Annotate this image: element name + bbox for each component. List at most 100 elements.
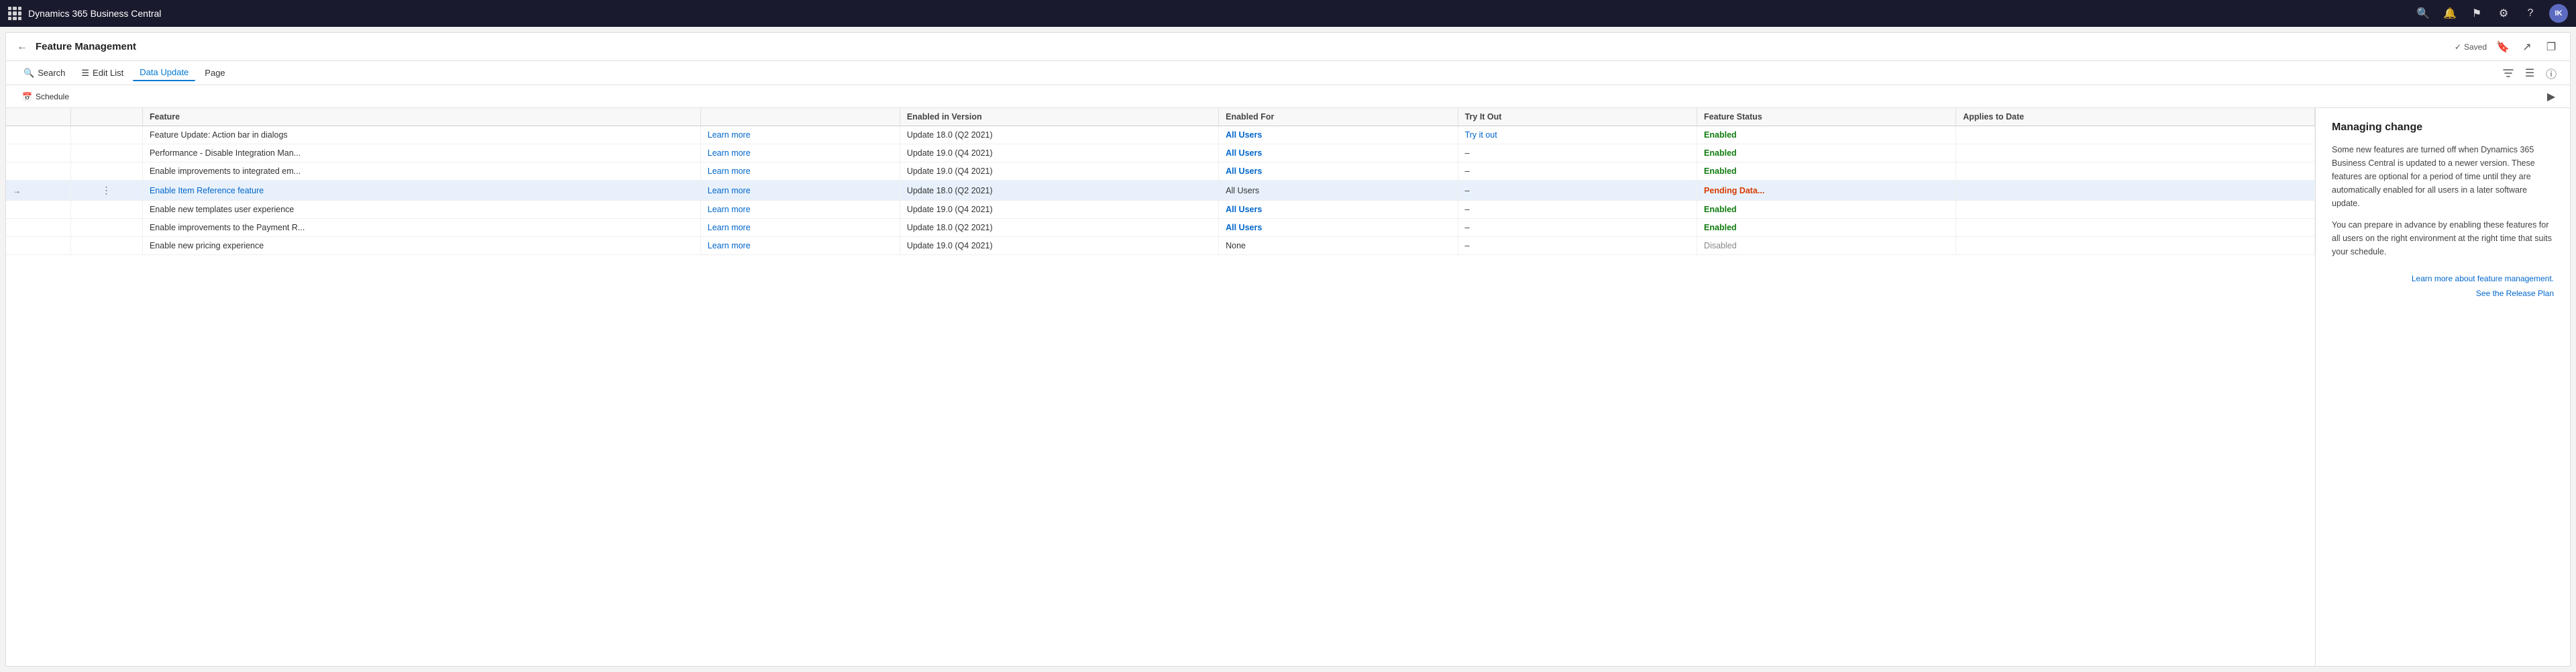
table-row[interactable]: Enable new pricing experienceLearn moreU… bbox=[6, 237, 2315, 255]
row-feature-name: Feature Update: Action bar in dialogs bbox=[142, 126, 700, 144]
schedule-icon: 📅 bbox=[22, 92, 32, 101]
expand-icon[interactable]: ❐ bbox=[2543, 39, 2559, 55]
row-menu-btn bbox=[71, 126, 143, 144]
help-icon[interactable]: ? bbox=[2522, 5, 2538, 21]
row-feature-name: Enable new templates user experience bbox=[142, 201, 700, 219]
col-date-header[interactable]: Applies to Date bbox=[1956, 108, 2315, 126]
row-date bbox=[1956, 237, 2315, 255]
row-date bbox=[1956, 201, 2315, 219]
row-status: Enabled bbox=[1697, 162, 1956, 181]
row-try-out: – bbox=[1458, 181, 1697, 201]
row-arrow-indicator bbox=[6, 219, 71, 237]
share-icon[interactable]: ↗ bbox=[2519, 39, 2535, 55]
col-menu bbox=[71, 108, 143, 126]
row-enabled-for: All Users bbox=[1219, 126, 1458, 144]
row-learn-more[interactable]: Learn more bbox=[700, 181, 900, 201]
row-version: Update 19.0 (Q4 2021) bbox=[900, 237, 1218, 255]
saved-label: Saved bbox=[2464, 42, 2487, 52]
table-row[interactable]: Enable improvements to the Payment R...L… bbox=[6, 219, 2315, 237]
edit-list-button[interactable]: ☰ Edit List bbox=[74, 65, 130, 81]
search-button[interactable]: 🔍 Search bbox=[17, 65, 72, 81]
learn-more-link[interactable]: Learn more bbox=[708, 223, 751, 232]
list-view-icon[interactable]: ☰ bbox=[2522, 65, 2538, 81]
row-try-out: – bbox=[1458, 237, 1697, 255]
notification-icon[interactable]: 🔔 bbox=[2442, 5, 2458, 21]
filter-icon[interactable] bbox=[2500, 65, 2516, 81]
user-avatar[interactable]: IK bbox=[2549, 4, 2568, 23]
panel-toggle-icon[interactable]: ▶ bbox=[2543, 89, 2559, 105]
row-version: Update 19.0 (Q4 2021) bbox=[900, 162, 1218, 181]
row-menu-btn bbox=[71, 219, 143, 237]
edit-list-icon: ☰ bbox=[81, 68, 89, 79]
feature-name-link[interactable]: Enable Item Reference feature bbox=[150, 186, 264, 195]
saved-indicator: ✓ Saved bbox=[2455, 42, 2487, 52]
row-menu-btn bbox=[71, 237, 143, 255]
row-date bbox=[1956, 162, 2315, 181]
table-section: Feature Enabled in Version Enabled For T… bbox=[6, 108, 2315, 666]
row-enabled-for: All Users bbox=[1219, 162, 1458, 181]
row-arrow-indicator: → bbox=[6, 181, 71, 201]
row-enabled-for: All Users bbox=[1219, 181, 1458, 201]
feature-table: Feature Enabled in Version Enabled For T… bbox=[6, 108, 2315, 255]
row-version: Update 18.0 (Q2 2021) bbox=[900, 126, 1218, 144]
row-learn-more[interactable]: Learn more bbox=[700, 144, 900, 162]
schedule-button[interactable]: 📅 Schedule bbox=[17, 90, 74, 103]
bookmark-icon[interactable]: 🔖 bbox=[2495, 39, 2511, 55]
row-learn-more[interactable]: Learn more bbox=[700, 237, 900, 255]
col-feature-header[interactable]: Feature bbox=[142, 108, 700, 126]
data-update-label: Data Update bbox=[140, 67, 189, 77]
learn-more-link[interactable]: Learn more bbox=[708, 241, 751, 250]
info-icon[interactable]: ⓘ bbox=[2543, 65, 2559, 81]
row-try-out: – bbox=[1458, 162, 1697, 181]
toolbar: 🔍 Search ☰ Edit List Data Update Page ☰ … bbox=[6, 61, 2570, 85]
row-menu-btn bbox=[71, 144, 143, 162]
table-row[interactable]: →⋮ Enable Item Reference feature Learn mor… bbox=[6, 181, 2315, 201]
learn-more-link[interactable]: Learn more bbox=[708, 130, 751, 140]
top-navigation: Dynamics 365 Business Central 🔍 🔔 ⚑ ⚙ ? … bbox=[0, 0, 2576, 27]
col-enabled-header[interactable]: Enabled For bbox=[1219, 108, 1458, 126]
row-status: Enabled bbox=[1697, 219, 1956, 237]
col-version-header[interactable]: Enabled in Version bbox=[900, 108, 1218, 126]
row-status: Enabled bbox=[1697, 201, 1956, 219]
learn-more-link[interactable]: Learn more bbox=[708, 205, 751, 214]
sub-toolbar: 📅 Schedule ▶ bbox=[6, 85, 2570, 108]
row-try-out[interactable]: Try it out bbox=[1458, 126, 1697, 144]
col-status-header[interactable]: Feature Status bbox=[1697, 108, 1956, 126]
row-menu-btn bbox=[71, 201, 143, 219]
settings-icon[interactable]: ⚙ bbox=[2496, 5, 2512, 21]
back-button[interactable]: ← bbox=[17, 41, 28, 53]
table-row[interactable]: Feature Update: Action bar in dialogs Lea… bbox=[6, 126, 2315, 144]
row-learn-more[interactable]: Learn more bbox=[700, 219, 900, 237]
page-tab[interactable]: Page bbox=[198, 65, 231, 81]
row-enabled-for: All Users bbox=[1219, 201, 1458, 219]
search-toolbar-icon: 🔍 bbox=[23, 68, 34, 79]
row-version: Update 19.0 (Q4 2021) bbox=[900, 144, 1218, 162]
row-enabled-for: None bbox=[1219, 237, 1458, 255]
row-menu-btn bbox=[71, 162, 143, 181]
row-learn-more[interactable]: Learn more bbox=[700, 126, 900, 144]
learn-more-link[interactable]: Learn more bbox=[708, 166, 751, 176]
learn-more-link[interactable]: Learn more about feature management. bbox=[2332, 272, 2554, 287]
row-version: Update 18.0 (Q2 2021) bbox=[900, 219, 1218, 237]
table-row[interactable]: Performance - Disable Integration Man...… bbox=[6, 144, 2315, 162]
learn-more-link[interactable]: Learn more bbox=[708, 186, 751, 195]
app-grid-icon[interactable] bbox=[8, 7, 21, 20]
row-date bbox=[1956, 181, 2315, 201]
learn-more-link[interactable]: Learn more bbox=[708, 148, 751, 158]
release-plan-link[interactable]: See the Release Plan bbox=[2332, 287, 2554, 301]
row-arrow-indicator bbox=[6, 201, 71, 219]
row-menu-btn[interactable]: ⋮ bbox=[71, 181, 143, 201]
table-header-row: Feature Enabled in Version Enabled For T… bbox=[6, 108, 2315, 126]
side-panel-paragraph2: You can prepare in advance by enabling t… bbox=[2332, 218, 2554, 258]
data-update-tab[interactable]: Data Update bbox=[133, 64, 195, 81]
search-nav-icon[interactable]: 🔍 bbox=[2415, 5, 2431, 21]
try-out-link[interactable]: Try it out bbox=[1465, 130, 1497, 140]
row-arrow-indicator bbox=[6, 144, 71, 162]
row-learn-more[interactable]: Learn more bbox=[700, 162, 900, 181]
table-row[interactable]: Enable new templates user experience Lear… bbox=[6, 201, 2315, 219]
side-panel-title: Managing change bbox=[2332, 122, 2554, 134]
table-row[interactable]: Enable improvements to integrated em...L… bbox=[6, 162, 2315, 181]
col-tryout-header[interactable]: Try It Out bbox=[1458, 108, 1697, 126]
row-learn-more[interactable]: Learn more bbox=[700, 201, 900, 219]
flag-icon[interactable]: ⚑ bbox=[2469, 5, 2485, 21]
